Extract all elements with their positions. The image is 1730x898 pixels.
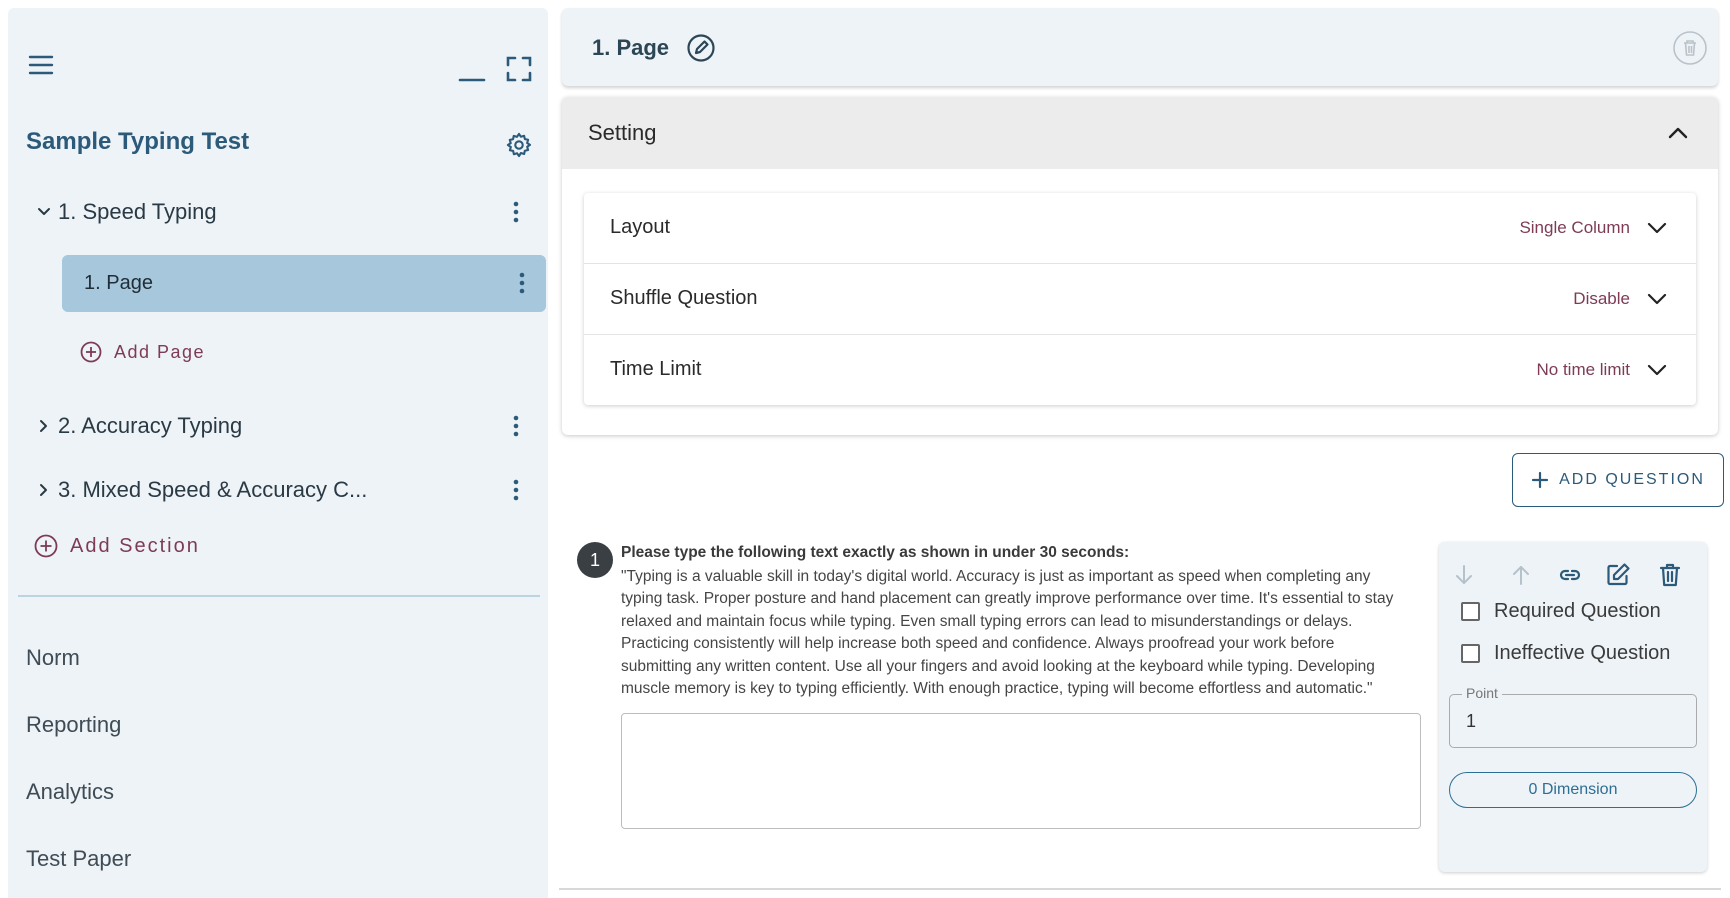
section-item-mixed-speed-accuracy[interactable]: 3. Mixed Speed & Accuracy C... [34, 470, 542, 510]
sidebar-divider [18, 595, 540, 597]
required-question-label: Required Question [1494, 600, 1661, 622]
setting-label: Setting [588, 120, 657, 145]
section-label: 3. Mixed Speed & Accuracy C... [58, 477, 368, 502]
gear-icon[interactable] [502, 128, 536, 162]
hamburger-icon[interactable] [24, 48, 58, 82]
setting-layout[interactable]: Layout Single Column [584, 193, 1696, 264]
setting-row-label: Layout [610, 216, 671, 238]
question-line: submitting any written content. Use all … [621, 657, 1375, 675]
checkbox-box[interactable] [1461, 644, 1480, 663]
arrow-up-icon[interactable] [1506, 560, 1536, 590]
question-line: relaxed and maintain focus while typing.… [621, 612, 1353, 630]
add-section-label: Add Section [70, 534, 200, 557]
more-vert-icon[interactable] [510, 271, 534, 295]
chevron-up-icon[interactable] [1664, 119, 1692, 147]
nav-item-norm[interactable]: Norm [26, 645, 80, 671]
ineffective-question-checkbox[interactable]: Ineffective Question [1461, 642, 1670, 665]
question-title: Please type the following text exactly a… [621, 544, 1130, 561]
edit-circle-icon[interactable] [684, 31, 718, 65]
point-label: Point [1462, 685, 1502, 701]
setting-row-value: No time limit [1536, 360, 1630, 379]
setting-shuffle-question[interactable]: Shuffle Question Disable [584, 264, 1696, 335]
page-header: 1. Page [562, 8, 1718, 86]
setting-row-value: Disable [1573, 289, 1630, 308]
dimension-button[interactable]: 0 Dimension [1449, 772, 1697, 808]
question-number: 1 [577, 542, 613, 578]
add-circle-icon [34, 534, 58, 558]
add-page-button[interactable]: Add Page [80, 341, 205, 363]
chevron-down-icon[interactable] [1644, 215, 1670, 241]
chevron-down-icon[interactable] [1644, 286, 1670, 312]
ineffective-question-label: Ineffective Question [1494, 642, 1671, 664]
setting-header[interactable]: Setting [562, 97, 1718, 169]
question-line: "Typing is a valuable skill in today's d… [621, 568, 1371, 585]
edit-icon[interactable] [1603, 560, 1633, 590]
question-card: 1 Please type the following text exactly… [559, 530, 1721, 890]
add-page-label: Add Page [114, 341, 206, 362]
add-circle-icon [80, 341, 102, 363]
setting-row-value: Single Column [1519, 218, 1630, 237]
setting-row-label: Shuffle Question [610, 287, 758, 309]
nav-item-test-paper[interactable]: Test Paper [26, 846, 131, 872]
question-options-panel: Required Question Ineffective Question P… [1439, 542, 1707, 872]
more-vert-icon[interactable] [504, 478, 528, 502]
chevron-right-icon[interactable] [34, 480, 54, 500]
add-question-label: ADD QUESTION [1559, 471, 1705, 488]
chevron-down-icon[interactable] [1644, 357, 1670, 383]
minimize-icon[interactable] [454, 52, 490, 86]
page-title: 1. Page [592, 35, 670, 60]
fullscreen-icon[interactable] [502, 52, 536, 86]
chevron-down-icon[interactable] [34, 202, 54, 222]
more-vert-icon[interactable] [504, 414, 528, 438]
trash-icon[interactable] [1655, 560, 1685, 590]
section-item-accuracy-typing[interactable]: 2. Accuracy Typing [34, 406, 542, 446]
question-line: muscle memory is key to typing efficient… [621, 680, 1373, 698]
section-label: 1. Speed Typing [58, 199, 217, 224]
checkbox-box[interactable] [1461, 602, 1480, 621]
point-input[interactable]: Point 1 [1449, 685, 1697, 748]
nav-item-analytics[interactable]: Analytics [26, 779, 114, 805]
point-value: 1 [1466, 711, 1477, 731]
setting-time-limit[interactable]: Time Limit No time limit [584, 335, 1696, 406]
chevron-right-icon[interactable] [34, 416, 54, 436]
answer-input[interactable] [621, 713, 1421, 829]
add-section-button[interactable]: Add Section [34, 534, 200, 558]
link-icon[interactable] [1555, 560, 1585, 590]
page-label: 1. Page [84, 272, 153, 294]
required-question-checkbox[interactable]: Required Question [1461, 600, 1661, 623]
arrow-down-icon[interactable] [1449, 560, 1479, 590]
section-label: 2. Accuracy Typing [58, 413, 243, 438]
section-item-speed-typing[interactable]: 1. Speed Typing [34, 192, 542, 232]
add-question-button[interactable]: ADD QUESTION [1512, 453, 1724, 507]
sidebar: Sample Typing Test 1. Speed Typing 1. Pa… [8, 8, 548, 898]
question-text: "Typing is a valuable skill in today's d… [621, 566, 1421, 700]
nav-item-reporting[interactable]: Reporting [26, 712, 121, 738]
plus-icon [1531, 471, 1549, 489]
delete-page-icon[interactable] [1670, 28, 1710, 68]
setting-panel: Setting Layout Single Column Shuffle Que… [562, 97, 1718, 435]
test-title: Sample Typing Test [26, 128, 250, 155]
setting-row-label: Time Limit [610, 358, 702, 380]
question-line: typing task. Proper posture and hand pla… [621, 590, 1394, 608]
question-line: Practicing consistently will help increa… [621, 635, 1335, 653]
more-vert-icon[interactable] [504, 200, 528, 224]
page-item-1[interactable]: 1. Page [62, 255, 546, 312]
setting-list: Layout Single Column Shuffle Question Di… [584, 193, 1696, 405]
